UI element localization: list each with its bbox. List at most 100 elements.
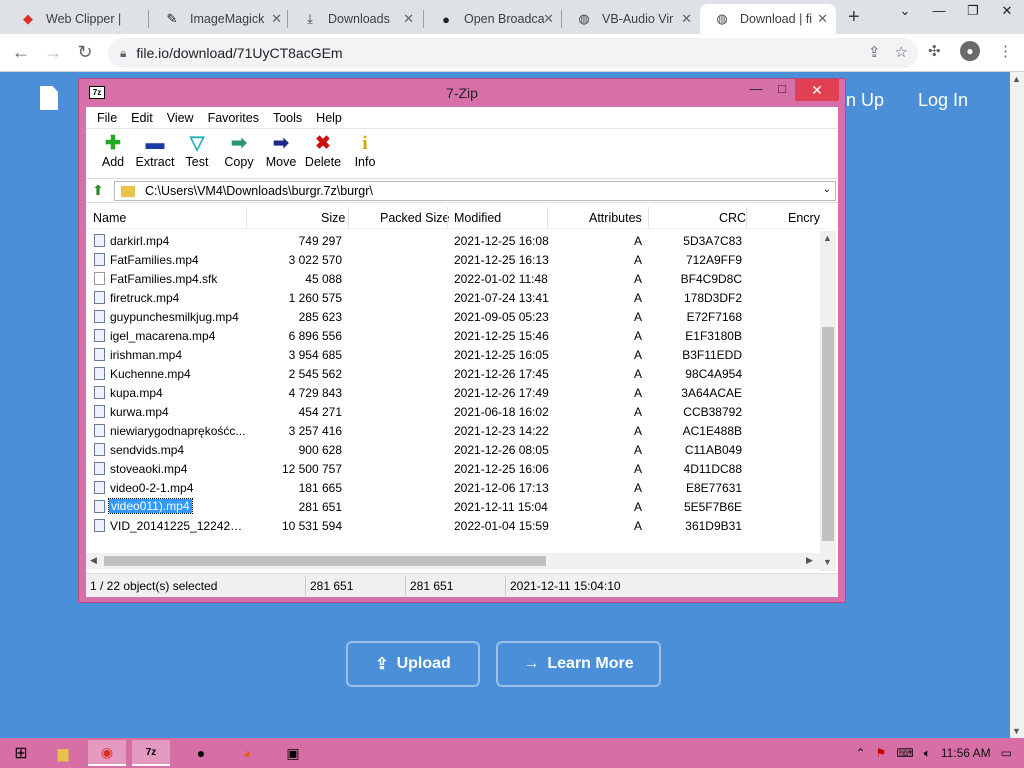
scroll-thumb[interactable] bbox=[822, 327, 834, 541]
column-divider[interactable] bbox=[447, 207, 448, 229]
column-encrypted[interactable]: Encry bbox=[788, 211, 820, 225]
chevron-down-icon[interactable]: ⌄ bbox=[823, 184, 831, 195]
volume-icon[interactable]: 🔈︎ bbox=[924, 746, 931, 761]
back-button[interactable]: ← bbox=[10, 42, 32, 63]
file-row[interactable]: VID_20141225_122421.m... 10 531 594 2022-0… bbox=[86, 516, 826, 535]
delete-button[interactable]: ✖ Delete bbox=[302, 129, 344, 169]
login-link[interactable]: Log In bbox=[918, 90, 968, 111]
column-divider[interactable] bbox=[648, 207, 649, 229]
folder-up-icon[interactable]: ⬆ bbox=[86, 182, 110, 199]
file-row[interactable]: niewiarygodnaprękośćc... 3 257 416 2021-12… bbox=[86, 421, 826, 440]
column-attributes[interactable]: Attributes bbox=[589, 211, 642, 225]
sevenzip-taskbar-icon[interactable]: 7z bbox=[132, 740, 170, 766]
menu-favorites[interactable]: Favorites bbox=[201, 111, 266, 125]
menu-kebab-icon[interactable]: ⋮ bbox=[998, 42, 1013, 60]
flag-icon[interactable]: ⚑ bbox=[876, 746, 887, 760]
column-divider[interactable] bbox=[246, 207, 247, 229]
obs-icon[interactable]: ● bbox=[182, 740, 220, 766]
vertical-scrollbar[interactable]: ▲ ▼ bbox=[820, 231, 836, 571]
close-button[interactable]: ✕ bbox=[795, 79, 839, 101]
column-divider[interactable] bbox=[547, 207, 548, 229]
close-icon[interactable]: ✕ bbox=[681, 11, 692, 27]
column-packed-size[interactable]: Packed Size bbox=[380, 211, 449, 225]
restore-button[interactable]: ❐ bbox=[956, 0, 990, 34]
minimize-button[interactable]: — bbox=[922, 0, 956, 34]
file-row[interactable]: video011).mp4 281 651 2021-12-11 15:04 A 5E5… bbox=[86, 497, 826, 516]
column-divider[interactable] bbox=[746, 207, 747, 229]
maximize-button[interactable]: □ bbox=[769, 81, 795, 96]
extract-button[interactable]: ▬ Extract bbox=[134, 129, 176, 169]
learn-more-button[interactable]: → Learn More bbox=[496, 641, 661, 687]
column-name[interactable]: Name bbox=[93, 211, 126, 225]
close-icon[interactable]: ✕ bbox=[817, 11, 828, 27]
scroll-down-arrow-icon[interactable]: ▼ bbox=[1012, 726, 1021, 736]
windows-start-icon[interactable]: ⊞ bbox=[2, 740, 40, 766]
file-row[interactable]: firetruck.mp4 1 260 575 2021-07-24 13:41 A 1… bbox=[86, 288, 826, 307]
info-button[interactable]: i Info bbox=[344, 129, 386, 169]
menu-tools[interactable]: Tools bbox=[266, 111, 309, 125]
file-explorer-icon[interactable]: ▆ bbox=[44, 740, 82, 766]
close-icon[interactable]: ✕ bbox=[543, 11, 554, 27]
signup-link[interactable]: n Up bbox=[846, 90, 884, 111]
file-io-logo[interactable] bbox=[40, 86, 64, 110]
forward-button[interactable]: → bbox=[42, 42, 64, 63]
tab-obs[interactable]: ● Open Broadca ✕ bbox=[424, 4, 562, 34]
minimize-button[interactable]: — bbox=[743, 81, 769, 96]
file-row[interactable]: Kuchenne.mp4 2 545 562 2021-12-26 17:45 A 98… bbox=[86, 364, 826, 383]
close-icon[interactable]: ✕ bbox=[271, 11, 282, 27]
file-row[interactable]: video0-2-1.mp4 181 665 2021-12-06 17:13 A E8… bbox=[86, 478, 826, 497]
share-icon[interactable]: ⇪ bbox=[868, 43, 881, 61]
profile-avatar[interactable]: ● bbox=[960, 41, 980, 61]
tab-web-clipper[interactable]: ◆ Web Clipper | bbox=[6, 4, 146, 34]
horizontal-scrollbar[interactable]: ◀ ▶ bbox=[86, 553, 820, 569]
file-row[interactable]: kurwa.mp4 454 271 2021-06-18 16:02 A CCB3879… bbox=[86, 402, 826, 421]
tab-imagemagick[interactable]: ✎ ImageMagick ✕ bbox=[150, 4, 290, 34]
file-row[interactable]: kupa.mp4 4 729 843 2021-12-26 17:49 A 3A64AC… bbox=[86, 383, 826, 402]
bookmark-star-icon[interactable]: ☆ bbox=[895, 43, 908, 61]
sevenzip-titlebar[interactable]: 7z 7-Zip — □ ✕ bbox=[79, 79, 845, 105]
scroll-right-arrow-icon[interactable]: ▶ bbox=[806, 555, 813, 566]
tab-downloads[interactable]: ⤓ Downloads ✕ bbox=[288, 4, 422, 34]
extensions-icon[interactable]: ✣ bbox=[928, 42, 941, 60]
tab-vb-audio[interactable]: ◍ VB-Audio Vir ✕ bbox=[562, 4, 700, 34]
file-row[interactable]: FatFamilies.mp4.sfk 45 088 2022-01-02 11:4… bbox=[86, 269, 826, 288]
app-icon[interactable]: ▣ bbox=[274, 740, 312, 766]
test-button[interactable]: ▽ Test bbox=[176, 129, 218, 169]
file-row[interactable]: irishman.mp4 3 954 685 2021-12-25 16:05 A B3… bbox=[86, 345, 826, 364]
menu-edit[interactable]: Edit bbox=[124, 111, 160, 125]
scroll-down-arrow-icon[interactable]: ▼ bbox=[823, 557, 832, 567]
upload-button[interactable]: ⇪ Upload bbox=[346, 641, 480, 687]
column-modified[interactable]: Modified bbox=[454, 211, 501, 225]
chrome-icon[interactable]: ◉ bbox=[88, 740, 126, 766]
scroll-up-arrow-icon[interactable]: ▲ bbox=[1012, 74, 1021, 84]
tab-file-io[interactable]: ◍ Download | fi ✕ bbox=[700, 4, 836, 34]
notification-icon[interactable]: ▭ bbox=[1001, 746, 1012, 760]
close-window-button[interactable]: ✕ bbox=[990, 0, 1024, 34]
close-icon[interactable]: ✕ bbox=[403, 11, 414, 27]
column-size[interactable]: Size bbox=[321, 211, 345, 225]
menu-help[interactable]: Help bbox=[309, 111, 349, 125]
scroll-up-arrow-icon[interactable]: ▲ bbox=[823, 233, 832, 243]
clock[interactable]: 11:56 AM bbox=[941, 746, 991, 760]
file-row[interactable]: sendvids.mp4 900 628 2021-12-26 08:05 A C11A… bbox=[86, 440, 826, 459]
file-row[interactable]: igel_macarena.mp4 6 896 556 2021-12-25 15:… bbox=[86, 326, 826, 345]
url-field[interactable]: 🔒︎ file.io/download/71UyCT8acGEm ⇪ ☆ bbox=[108, 38, 918, 68]
menu-file[interactable]: File bbox=[90, 111, 124, 125]
firefox-icon[interactable]: ◕ bbox=[228, 740, 266, 766]
add-button[interactable]: ✚ Add bbox=[92, 129, 134, 169]
file-row[interactable]: FatFamilies.mp4 3 022 570 2021-12-25 16:13… bbox=[86, 250, 826, 269]
chevron-up-icon[interactable]: ⌃ bbox=[855, 746, 865, 760]
move-button[interactable]: ➡ Move bbox=[260, 129, 302, 169]
path-input[interactable]: C:\Users\VM4\Downloads\burgr.7z\burgr\ ⌄ bbox=[114, 181, 836, 201]
column-crc[interactable]: CRC bbox=[719, 211, 746, 225]
file-row[interactable]: guypunchesmilkjug.mp4 285 623 2021-09-05 0… bbox=[86, 307, 826, 326]
network-icon[interactable]: ⌨ bbox=[896, 746, 913, 760]
column-divider[interactable] bbox=[348, 207, 349, 229]
scroll-thumb[interactable] bbox=[104, 556, 546, 566]
file-row[interactable]: darkirl.mp4 749 297 2021-12-25 16:08 A 5D3A7… bbox=[86, 231, 826, 250]
copy-button[interactable]: ➡ Copy bbox=[218, 129, 260, 169]
page-scrollbar[interactable]: ▲ ▼ bbox=[1010, 72, 1024, 738]
file-row[interactable]: stoveaoki.mp4 12 500 757 2021-12-25 16:06 A… bbox=[86, 459, 826, 478]
scroll-left-arrow-icon[interactable]: ◀ bbox=[90, 555, 97, 566]
new-tab-button[interactable]: + bbox=[848, 6, 860, 29]
